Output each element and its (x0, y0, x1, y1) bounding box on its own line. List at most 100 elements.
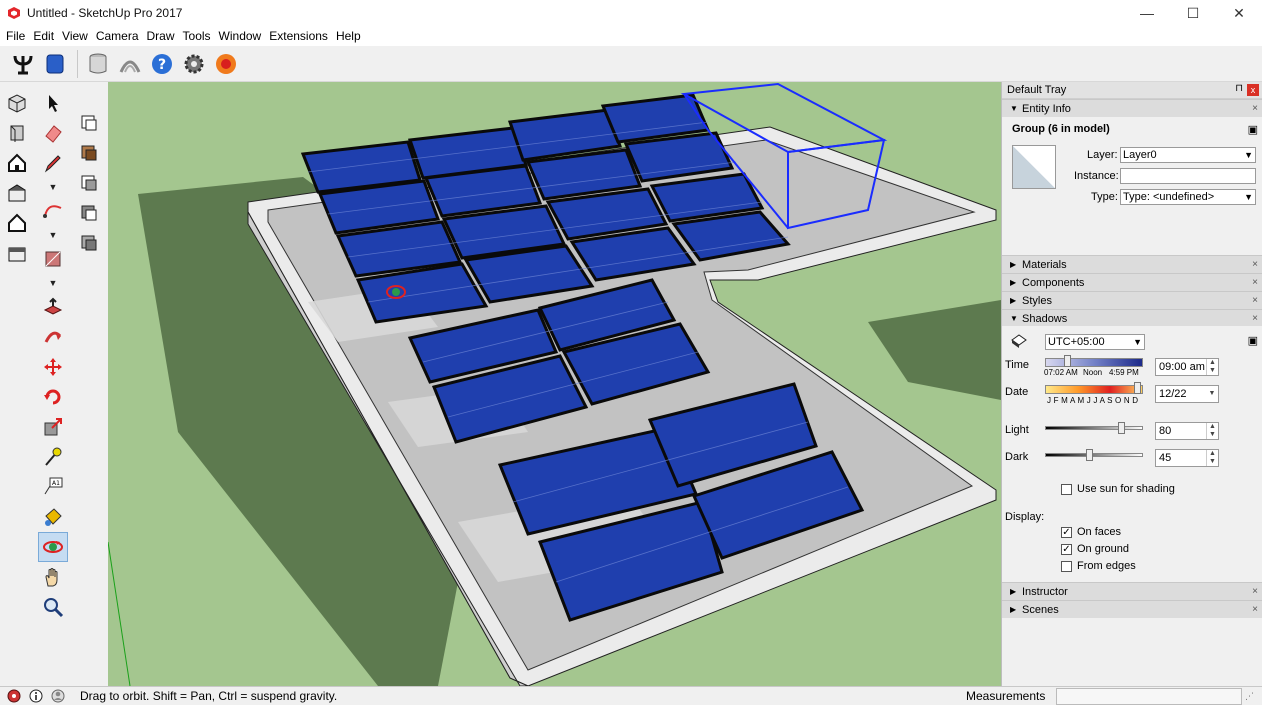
date-slider[interactable] (1045, 385, 1143, 394)
styles-header[interactable]: ▶ Styles × (1002, 291, 1262, 309)
paint-bucket-icon[interactable] (38, 502, 68, 532)
entity-info-header[interactable]: ▼ Entity Info × (1002, 99, 1262, 117)
time-slider-thumb[interactable] (1064, 355, 1071, 367)
union-icon[interactable] (74, 168, 104, 198)
model-viewport[interactable] (108, 82, 1001, 686)
trim-icon[interactable] (74, 228, 104, 258)
resize-grip-icon[interactable]: ⋰ (1245, 691, 1254, 702)
tray-close-button[interactable]: x (1247, 84, 1259, 96)
intersect-icon[interactable] (74, 138, 104, 168)
sandbox-icon[interactable] (8, 49, 38, 79)
spinner-arrows-icon[interactable]: ▲ ▼ (1206, 450, 1218, 466)
use-sun-checkbox[interactable] (1061, 484, 1072, 495)
select-arrow-icon[interactable] (38, 88, 68, 118)
close-button[interactable]: ✕ (1216, 0, 1262, 26)
on-faces-checkbox[interactable]: ✓ (1061, 527, 1072, 538)
push-pull-icon[interactable] (38, 292, 68, 322)
scale-icon[interactable] (38, 412, 68, 442)
line-pencil-icon[interactable] (38, 148, 68, 178)
menu-tools[interactable]: Tools (179, 29, 215, 43)
menu-help[interactable]: Help (332, 29, 365, 43)
measurements-input[interactable] (1056, 688, 1242, 705)
panel-close-icon[interactable]: × (1252, 295, 1258, 306)
date-slider-thumb[interactable] (1134, 382, 1141, 394)
arc-icon[interactable] (38, 196, 68, 226)
top-view-icon[interactable] (2, 118, 32, 148)
panel-close-icon[interactable]: × (1252, 313, 1258, 324)
chevron-down-icon[interactable]: ▼ (38, 178, 68, 196)
layer-select[interactable]: Layer0 ▼ (1120, 147, 1256, 163)
right-view-icon[interactable] (2, 178, 32, 208)
spinner-arrows-icon[interactable]: ▲ ▼ (1206, 423, 1218, 439)
geolocation-icon[interactable] (6, 688, 22, 704)
toggle-shadows-icon[interactable] (1010, 332, 1028, 350)
shadows-header[interactable]: ▼ Shadows × (1002, 309, 1262, 327)
materials-header[interactable]: ▶ Materials × (1002, 255, 1262, 273)
blue-solid-icon[interactable] (40, 49, 70, 79)
ruby-icon[interactable] (211, 49, 241, 79)
settings-icon[interactable] (179, 49, 209, 79)
info-icon[interactable] (28, 688, 44, 704)
pin-icon[interactable]: ⊓ (1235, 83, 1243, 94)
menu-file[interactable]: File (2, 29, 29, 43)
timezone-select[interactable]: UTC+05:00 ▼ (1045, 334, 1145, 350)
maximize-button[interactable]: ☐ (1170, 0, 1216, 26)
panel-close-icon[interactable]: × (1252, 277, 1258, 288)
menu-window[interactable]: Window (215, 29, 266, 43)
chevron-down-icon[interactable]: ▼ (38, 226, 68, 244)
panel-close-icon[interactable]: × (1252, 586, 1258, 597)
user-account-icon[interactable] (50, 688, 66, 704)
orbit-icon[interactable] (38, 532, 68, 562)
front-view-icon[interactable] (2, 148, 32, 178)
details-toggle-icon[interactable]: ▣ (1248, 334, 1258, 347)
panel-close-icon[interactable]: × (1252, 103, 1258, 114)
panel-close-icon[interactable]: × (1252, 604, 1258, 615)
light-slider[interactable] (1045, 426, 1143, 430)
outer-shell-icon[interactable] (74, 108, 104, 138)
menu-camera[interactable]: Camera (92, 29, 143, 43)
details-toggle-icon[interactable]: ▣ (1248, 123, 1258, 136)
text-tool-icon[interactable]: A1 (38, 472, 68, 502)
scene-canvas[interactable] (108, 82, 1001, 686)
rotate-icon[interactable] (38, 382, 68, 412)
material-swatch[interactable] (1012, 145, 1056, 189)
help-icon[interactable]: ? (147, 49, 177, 79)
dark-slider-thumb[interactable] (1086, 449, 1094, 461)
tape-measure-icon[interactable] (38, 442, 68, 472)
instructor-header[interactable]: ▶ Instructor × (1002, 582, 1262, 600)
chevron-down-icon[interactable]: ▼ (38, 274, 68, 292)
subtract-icon[interactable] (74, 198, 104, 228)
iso-view-icon[interactable] (2, 88, 32, 118)
instance-input[interactable] (1120, 168, 1256, 184)
chevron-down-icon[interactable]: ▼ (1206, 386, 1218, 402)
dark-input[interactable]: 45 ▲ ▼ (1155, 449, 1219, 467)
menu-draw[interactable]: Draw (143, 29, 179, 43)
pan-hand-icon[interactable] (38, 562, 68, 592)
rectangle-icon[interactable] (38, 244, 68, 274)
left-view-icon[interactable] (2, 238, 32, 268)
dark-slider[interactable] (1045, 453, 1143, 457)
move-icon[interactable] (38, 352, 68, 382)
light-input[interactable]: 80 ▲ ▼ (1155, 422, 1219, 440)
date-input[interactable]: 12/22 ▼ (1155, 385, 1219, 403)
spinner-arrows-icon[interactable]: ▲ ▼ (1206, 359, 1218, 375)
menu-view[interactable]: View (58, 29, 92, 43)
on-ground-checkbox[interactable]: ✓ (1061, 544, 1072, 555)
type-select[interactable]: Type: <undefined> ▼ (1120, 189, 1256, 205)
warehouse-icon[interactable] (83, 49, 113, 79)
scenes-header[interactable]: ▶ Scenes × (1002, 600, 1262, 618)
time-input[interactable]: 09:00 am ▲ ▼ (1155, 358, 1219, 376)
panel-close-icon[interactable]: × (1252, 259, 1258, 270)
menu-edit[interactable]: Edit (29, 29, 58, 43)
minimize-button[interactable]: — (1124, 0, 1170, 26)
back-view-icon[interactable] (2, 208, 32, 238)
menu-extensions[interactable]: Extensions (265, 29, 332, 43)
components-header[interactable]: ▶ Components × (1002, 273, 1262, 291)
zoom-icon[interactable] (38, 592, 68, 622)
time-slider[interactable] (1045, 358, 1143, 367)
eraser-icon[interactable] (38, 118, 68, 148)
follow-me-icon[interactable] (38, 322, 68, 352)
extension-warehouse-icon[interactable] (115, 49, 145, 79)
light-slider-thumb[interactable] (1118, 422, 1126, 434)
from-edges-checkbox[interactable] (1061, 561, 1072, 572)
